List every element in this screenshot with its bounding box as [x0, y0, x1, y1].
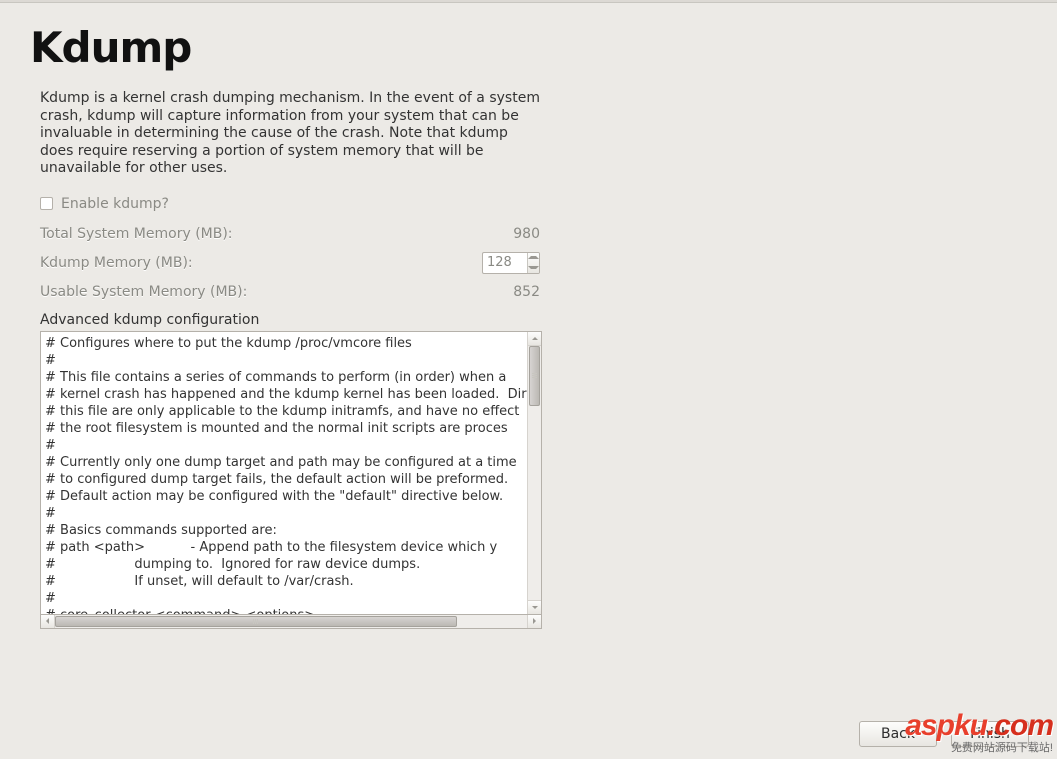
kdump-memory-label: Kdump Memory (MB):: [40, 255, 482, 271]
vertical-scroll-thumb[interactable]: [529, 346, 540, 406]
enable-kdump-checkbox[interactable]: [40, 197, 53, 210]
vertical-scrollbar[interactable]: [527, 332, 541, 614]
usable-memory-value: 852: [470, 284, 540, 300]
advanced-config-label: Advanced kdump configuration: [40, 312, 540, 328]
footer-button-bar: Back Finish: [0, 709, 1057, 759]
chevron-right-icon: [533, 618, 536, 624]
vertical-scroll-track[interactable]: [528, 346, 541, 600]
chevron-down-icon: [532, 606, 538, 609]
page-title: Kdump: [30, 23, 1027, 72]
spin-up-button[interactable]: [528, 253, 539, 263]
page-description: Kdump is a kernel crash dumping mechanis…: [40, 90, 540, 178]
advanced-config-textarea[interactable]: # Configures where to put the kdump /pro…: [41, 332, 527, 614]
kdump-memory-spinbox[interactable]: 128: [482, 252, 540, 274]
spin-down-button[interactable]: [528, 263, 539, 273]
scroll-right-button[interactable]: [527, 615, 541, 628]
total-memory-label: Total System Memory (MB):: [40, 226, 470, 242]
scroll-left-button[interactable]: [41, 615, 55, 628]
horizontal-scroll-thumb[interactable]: [55, 616, 457, 627]
chevron-left-icon: [46, 618, 49, 624]
usable-memory-label: Usable System Memory (MB):: [40, 284, 470, 300]
scroll-up-button[interactable]: [528, 332, 541, 346]
chevron-down-icon: [528, 266, 539, 269]
total-memory-value: 980: [470, 226, 540, 242]
enable-kdump-label: Enable kdump?: [61, 196, 169, 212]
chevron-up-icon: [532, 337, 538, 340]
horizontal-scroll-track[interactable]: [55, 615, 527, 628]
horizontal-scrollbar[interactable]: [40, 615, 542, 629]
kdump-memory-value: 128: [483, 253, 527, 273]
chevron-up-icon: [528, 256, 539, 259]
scroll-down-button[interactable]: [528, 600, 541, 614]
back-button[interactable]: Back: [859, 721, 937, 747]
finish-button[interactable]: Finish: [951, 721, 1029, 747]
